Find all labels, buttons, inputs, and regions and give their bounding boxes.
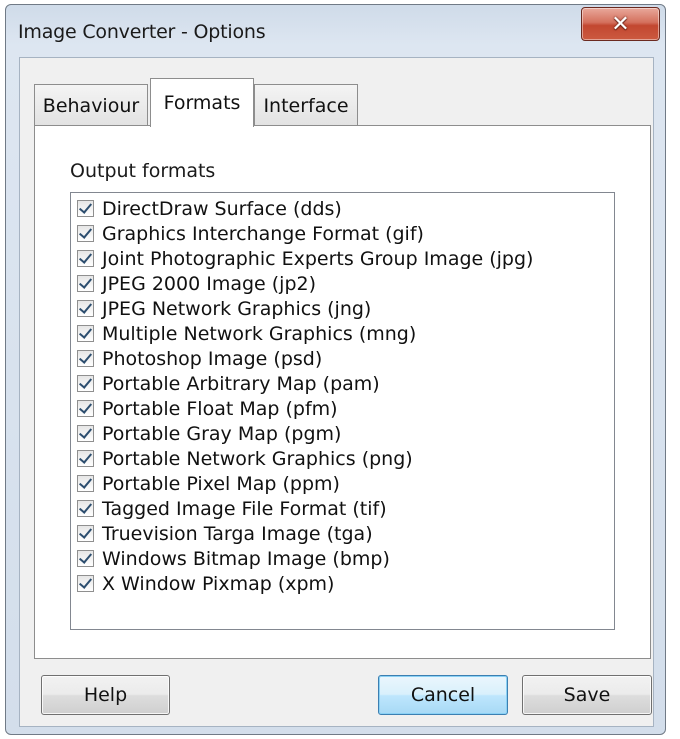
format-list-item[interactable]: Portable Float Map (pfm) [77, 396, 338, 421]
format-item-label: Portable Float Map (pfm) [102, 397, 338, 420]
format-item-label: DirectDraw Surface (dds) [102, 197, 342, 220]
cancel-button-label: Cancel [410, 684, 476, 706]
format-list-item[interactable]: Portable Gray Map (pgm) [77, 421, 341, 446]
format-item-label: Photoshop Image (psd) [102, 347, 323, 370]
format-checkbox[interactable] [77, 325, 94, 342]
format-checkbox[interactable] [77, 450, 94, 467]
format-list-item[interactable]: Windows Bitmap Image (bmp) [77, 546, 390, 571]
format-list-item[interactable]: Graphics Interchange Format (gif) [77, 221, 424, 246]
format-item-label: Graphics Interchange Format (gif) [102, 222, 424, 245]
window-title: Image Converter - Options [18, 21, 266, 43]
format-item-label: JPEG 2000 Image (jp2) [102, 272, 317, 295]
format-list-item[interactable]: JPEG Network Graphics (jng) [77, 296, 371, 321]
format-item-label: Portable Pixel Map (ppm) [102, 472, 340, 495]
format-list-item[interactable]: JPEG 2000 Image (jp2) [77, 271, 316, 296]
dialog-client-area: Behaviour Formats Interface Output forma… [19, 57, 654, 727]
close-icon: ✕ [611, 11, 630, 37]
help-button-label: Help [83, 684, 128, 706]
format-list-item[interactable]: X Window Pixmap (xpm) [77, 571, 334, 596]
format-checkbox[interactable] [77, 425, 94, 442]
format-item-label: Windows Bitmap Image (bmp) [102, 547, 390, 570]
tab-formats-label: Formats [163, 92, 241, 114]
format-item-label: Tagged Image File Format (tif) [102, 497, 387, 520]
help-button[interactable]: Help [41, 675, 170, 715]
format-checkbox[interactable] [77, 575, 94, 592]
save-button-label: Save [563, 684, 611, 706]
format-list-item[interactable]: Portable Network Graphics (png) [77, 446, 413, 471]
format-list-item[interactable]: Joint Photographic Experts Group Image (… [77, 246, 533, 271]
format-item-label: X Window Pixmap (xpm) [102, 572, 335, 595]
format-item-label: Multiple Network Graphics (mng) [102, 322, 417, 345]
cancel-button[interactable]: Cancel [378, 675, 508, 715]
format-checkbox[interactable] [77, 550, 94, 567]
format-checkbox[interactable] [77, 200, 94, 217]
format-item-label: JPEG Network Graphics (jng) [102, 297, 372, 320]
close-button[interactable]: ✕ [581, 7, 660, 41]
format-checkbox[interactable] [77, 350, 94, 367]
format-list-item[interactable]: Tagged Image File Format (tif) [77, 496, 387, 521]
format-checkbox[interactable] [77, 400, 94, 417]
format-item-label: Joint Photographic Experts Group Image (… [102, 247, 534, 270]
format-checkbox[interactable] [77, 275, 94, 292]
tab-behaviour-label: Behaviour [42, 94, 140, 117]
format-item-label: Portable Network Graphics (png) [102, 447, 413, 470]
format-list-item[interactable]: Portable Arbitrary Map (pam) [77, 371, 380, 396]
format-list-item[interactable]: Portable Pixel Map (ppm) [77, 471, 340, 496]
output-formats-list[interactable]: DirectDraw Surface (dds) Graphics Interch… [70, 192, 615, 630]
tab-formats[interactable]: Formats [150, 78, 254, 127]
format-checkbox[interactable] [77, 300, 94, 317]
title-bar[interactable]: Image Converter - Options ✕ [6, 5, 665, 57]
format-checkbox[interactable] [77, 475, 94, 492]
format-checkbox[interactable] [77, 500, 94, 517]
output-formats-label: Output formats [70, 160, 216, 182]
format-list-item[interactable]: DirectDraw Surface (dds) [77, 196, 342, 221]
formats-tab-panel: Output formats DirectDraw Surface (dds) G… [34, 125, 651, 659]
format-checkbox[interactable] [77, 525, 94, 542]
tab-interface[interactable]: Interface [254, 84, 358, 126]
format-checkbox[interactable] [77, 250, 94, 267]
format-item-label: Portable Arbitrary Map (pam) [102, 372, 380, 395]
format-list-item[interactable]: Truevision Targa Image (tga) [77, 521, 373, 546]
format-item-label: Truevision Targa Image (tga) [102, 522, 373, 545]
save-button[interactable]: Save [522, 675, 652, 715]
format-checkbox[interactable] [77, 375, 94, 392]
tab-interface-label: Interface [263, 94, 349, 117]
format-checkbox[interactable] [77, 225, 94, 242]
tab-behaviour[interactable]: Behaviour [34, 84, 148, 126]
format-list-item[interactable]: Photoshop Image (psd) [77, 346, 322, 371]
format-item-label: Portable Gray Map (pgm) [102, 422, 342, 445]
format-list-item[interactable]: Multiple Network Graphics (mng) [77, 321, 416, 346]
options-dialog: Image Converter - Options ✕ Behaviour Fo… [5, 4, 666, 735]
